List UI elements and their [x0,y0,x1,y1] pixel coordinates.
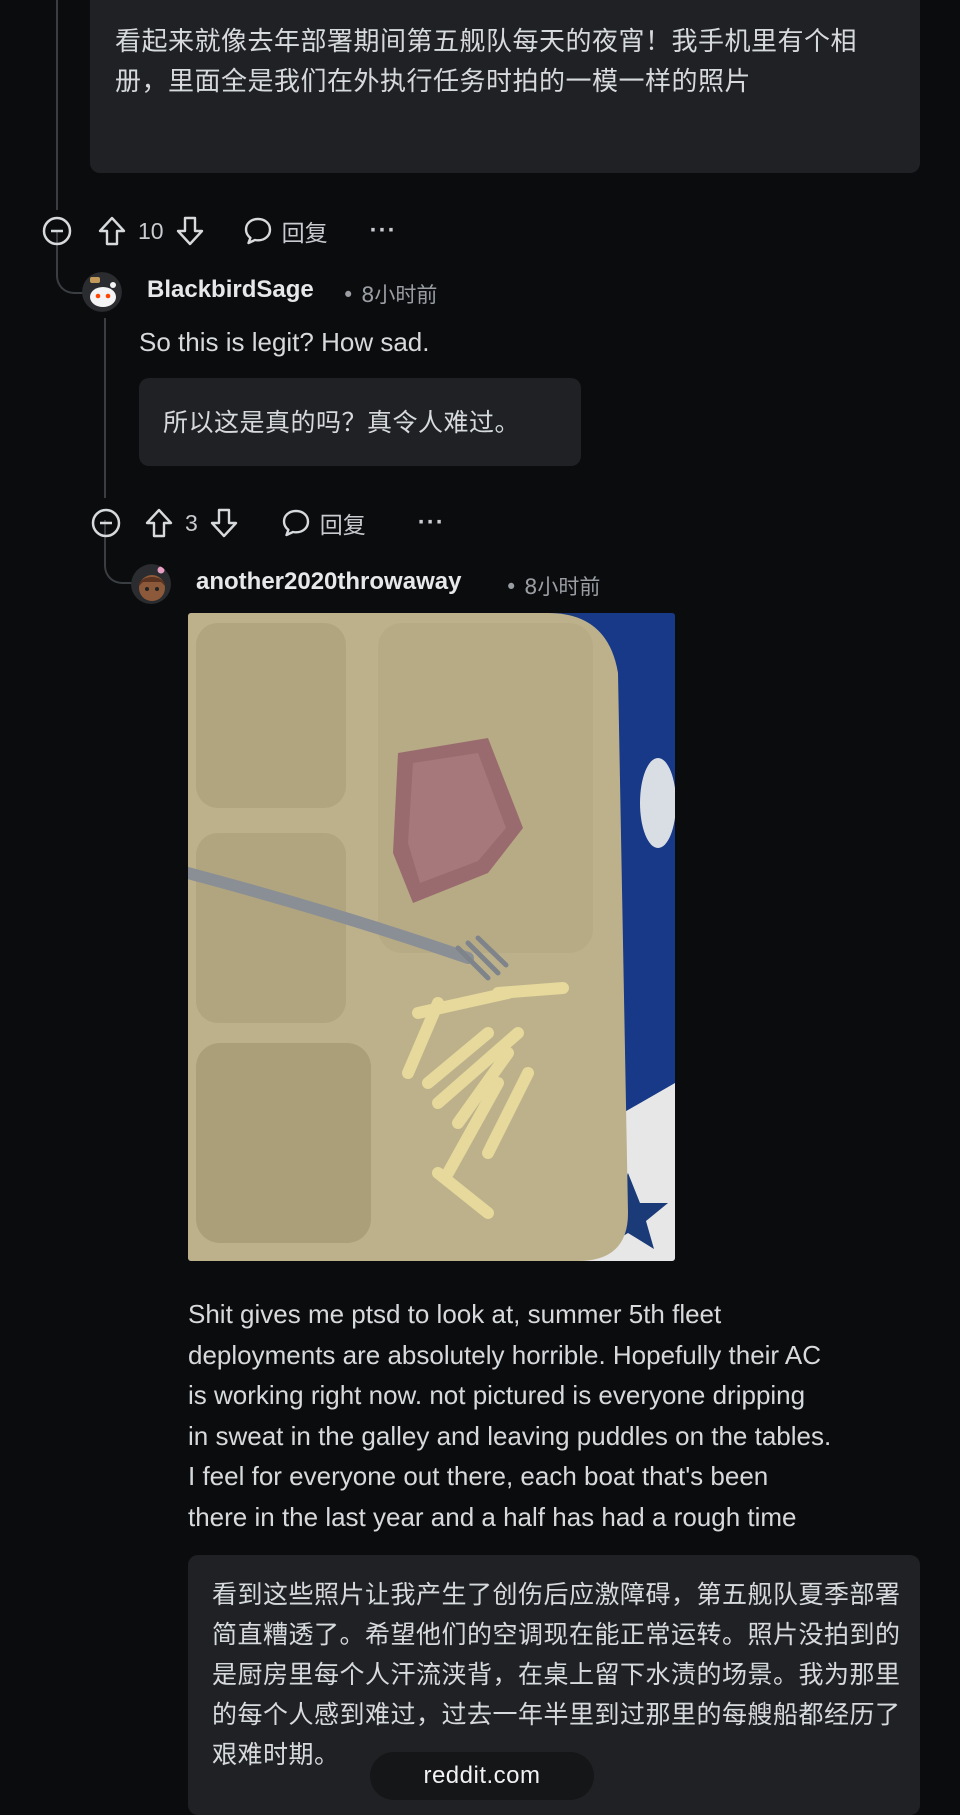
more-options-icon[interactable]: ··· [370,217,397,245]
translation-text: 看起来就像去年部署期间第五舰队每天的夜宵！我手机里有个相册，里面全是我们在外执行… [115,27,858,97]
comment-line: there in the last year and a half has ha… [188,1501,797,1532]
reply-button[interactable]: 回复 [280,506,366,540]
vote-count: 10 [138,217,164,244]
translation-box-top: 看起来就像去年部署期间第五舰队每天的夜宵！我手机里有个相册，里面全是我们在外执行… [90,0,920,173]
comment-line: I feel for everyone out there, each boat… [188,1461,769,1491]
upvote-icon[interactable] [143,507,175,539]
action-bar: 3 回复 ··· [89,498,445,548]
comment-body: So this is legit? How sad. [139,327,430,357]
reply-icon [244,217,271,245]
downvote-icon[interactable] [174,215,206,247]
translation-text: 所以这是真的吗？真令人难过。 [163,408,521,437]
username[interactable]: another2020throwaway [196,568,461,596]
vote-count: 3 [185,509,198,536]
action-bar: 10 回复 ··· [40,206,397,256]
collapse-icon[interactable] [40,214,74,248]
time-text: 8小时前 [361,283,438,307]
timestamp: • 8小时前 [505,575,601,599]
reply-button[interactable]: 回复 [242,214,328,248]
upvote-icon[interactable] [96,215,128,247]
reply-label: 回复 [281,221,328,247]
avatar [131,564,171,604]
reply-icon [282,509,309,537]
reply-label: 回复 [319,513,366,539]
downvote-icon[interactable] [208,507,240,539]
collapse-icon[interactable] [89,506,123,540]
time-text: 8小时前 [524,575,601,599]
comment-line: in sweat in the galley and leaving puddl… [188,1420,832,1451]
comment-line: is working right now. not pictured is ev… [188,1380,806,1410]
username[interactable]: BlackbirdSage [147,276,314,304]
thread-line [104,318,106,498]
avatar [82,272,122,312]
comment-line: deployments are absolutely horrible. Hop… [188,1339,822,1370]
post-image[interactable] [188,613,675,1261]
translation-text: 看到这些照片让我产生了创伤后应激障碍，第五舰队夏季部署简直糟透了。希望他们的空调… [212,1580,901,1769]
comment-body: Shit gives me ptsd to look at, summer 5t… [188,1294,928,1537]
thread-line [56,0,58,210]
translation-box: 所以这是真的吗？真令人难过。 [139,378,581,466]
watermark: reddit.com [370,1752,594,1800]
timestamp: • 8小时前 [342,283,438,307]
comment-line: Shit gives me ptsd to look at, summer 5t… [188,1299,722,1329]
more-options-icon[interactable]: ··· [418,509,445,537]
